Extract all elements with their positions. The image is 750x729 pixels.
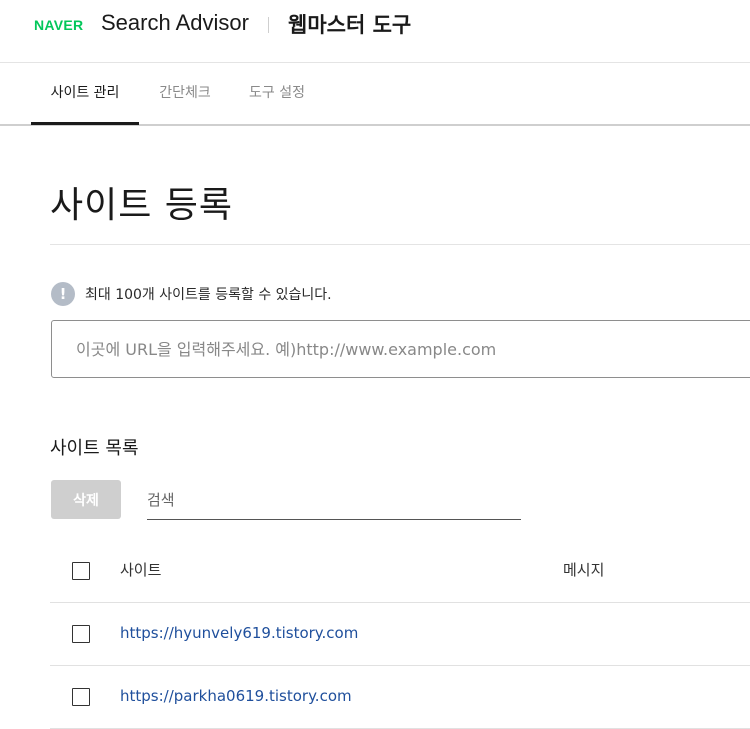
site-url-input[interactable] — [51, 320, 750, 378]
page-title: 사이트 등록 — [50, 185, 234, 226]
top-header: NAVER Search Advisor 웹마스터 도구 — [0, 0, 750, 63]
site-search-input[interactable] — [147, 480, 521, 520]
row-checkbox[interactable] — [72, 688, 90, 706]
tab-site-management[interactable]: 사이트 관리 — [31, 63, 139, 125]
tab-tool-settings[interactable]: 도구 설정 — [246, 63, 308, 124]
column-header-site: 사이트 — [120, 561, 162, 579]
webmaster-tools-title[interactable]: 웹마스터 도구 — [288, 9, 411, 39]
site-link[interactable]: https://parkha0619.tistory.com — [120, 687, 352, 705]
tab-simple-check[interactable]: 간단체크 — [156, 63, 214, 124]
info-exclamation-icon: ! — [51, 282, 75, 306]
naver-logo[interactable]: NAVER — [34, 17, 83, 33]
select-all-checkbox[interactable] — [72, 562, 90, 580]
site-list-title: 사이트 목록 — [50, 438, 139, 459]
row-checkbox[interactable] — [72, 625, 90, 643]
column-header-message: 메시지 — [563, 561, 605, 579]
table-row: https://parkha0619.tistory.com — [50, 666, 750, 729]
header-divider — [268, 17, 269, 33]
search-advisor-title[interactable]: Search Advisor — [101, 10, 249, 36]
table-row: https://hyunvely619.tistory.com — [50, 603, 750, 666]
table-header-row: 사이트 메시지 — [50, 540, 750, 603]
notice-text: 최대 100개 사이트를 등록할 수 있습니다. — [85, 287, 332, 303]
delete-button[interactable]: 삭제 — [51, 480, 121, 519]
site-link[interactable]: https://hyunvely619.tistory.com — [120, 624, 358, 642]
site-table: 사이트 메시지 https://hyunvely619.tistory.com … — [50, 540, 750, 729]
main-tabs: 사이트 관리 간단체크 도구 설정 — [0, 63, 750, 126]
title-divider — [50, 244, 750, 245]
